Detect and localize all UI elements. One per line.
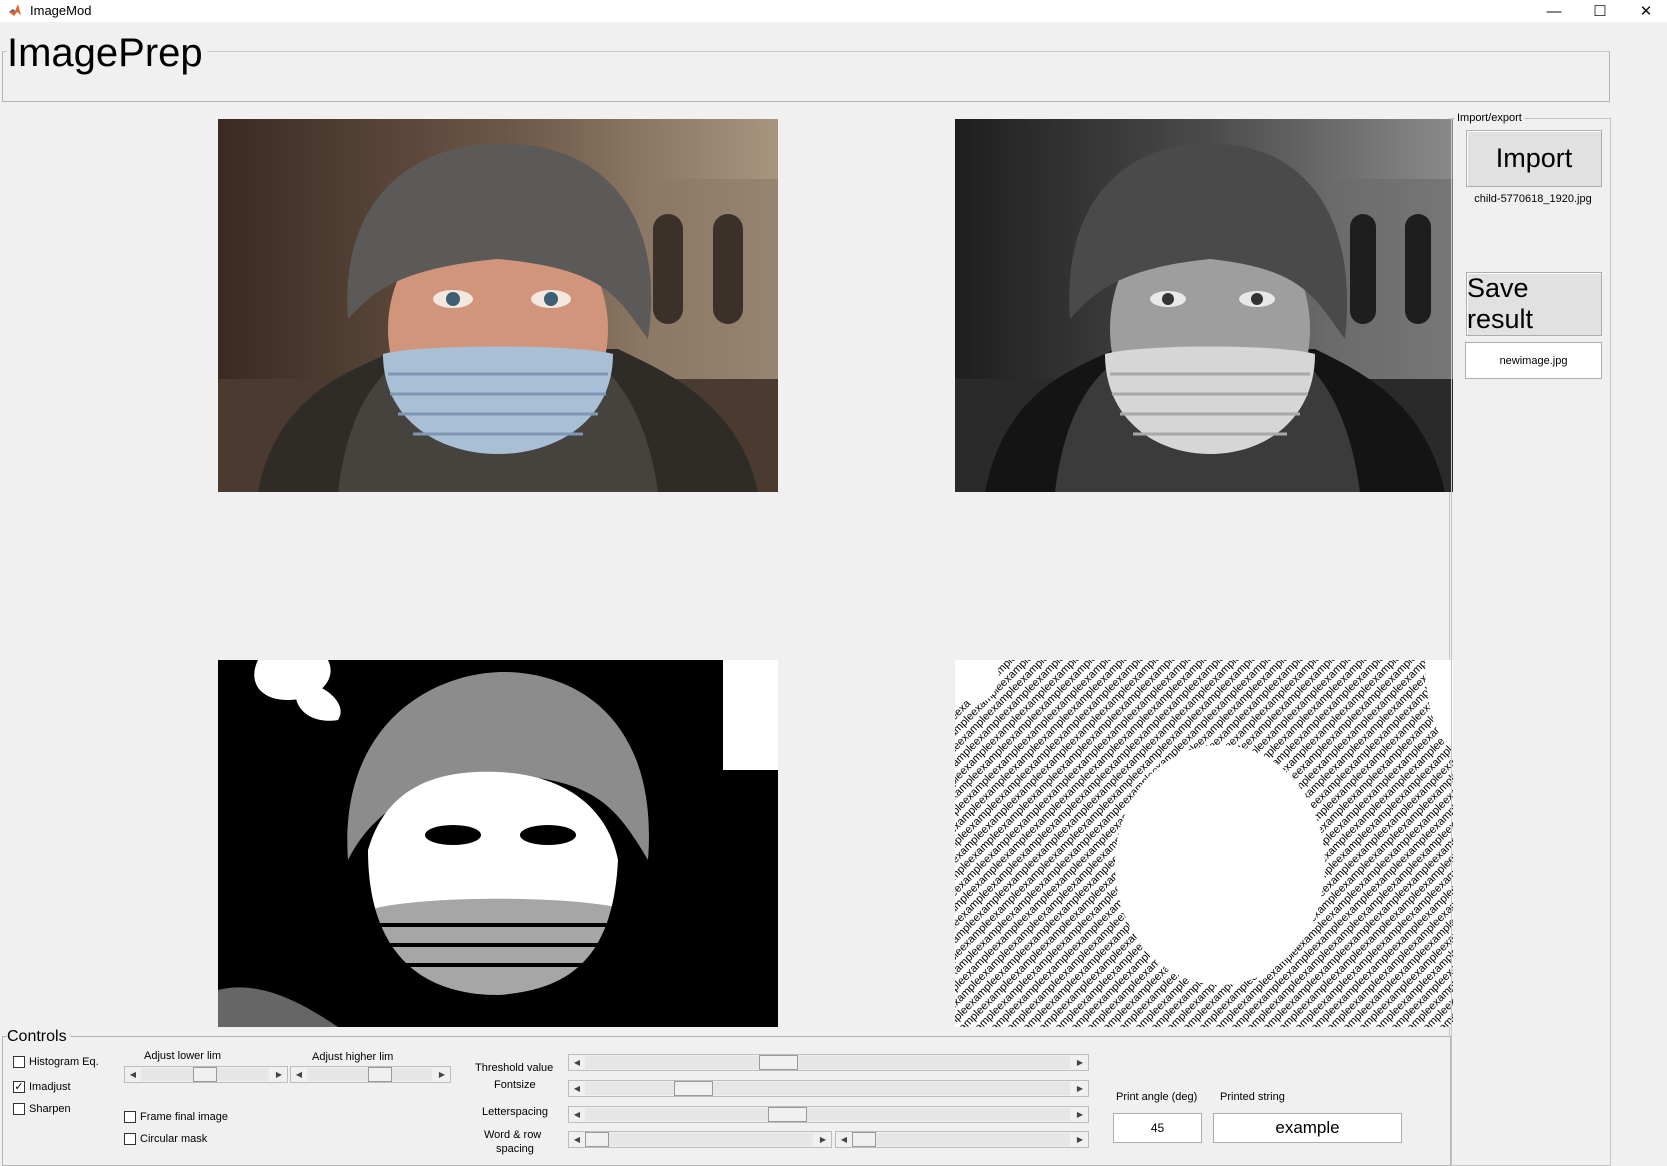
save-result-button[interactable]: Save result	[1466, 272, 1602, 336]
close-button[interactable]: ✕	[1623, 0, 1667, 22]
circular-mask-checkbox[interactable]: Circular mask	[124, 1133, 207, 1145]
slider-track[interactable]	[585, 1082, 1070, 1095]
grayscale-image	[955, 119, 1453, 492]
import-button[interactable]: Import	[1466, 130, 1602, 187]
slider-left-arrow-icon[interactable]: ◀	[291, 1067, 307, 1082]
original-image	[218, 119, 778, 492]
imadjust-checkbox[interactable]: ✓ Imadjust	[13, 1081, 71, 1093]
slider-thumb[interactable]	[585, 1132, 609, 1147]
word-row-spacing-label-line1: Word & row	[484, 1129, 542, 1141]
slider-thumb[interactable]	[674, 1081, 714, 1096]
adjust-higher-lim-slider[interactable]: ◀ ▶	[290, 1066, 451, 1083]
fontsize-slider[interactable]: ◀ ▶	[568, 1080, 1089, 1097]
controls-panel-title: Controls	[7, 1028, 71, 1046]
slider-right-arrow-icon[interactable]: ▶	[1072, 1132, 1088, 1147]
slider-track[interactable]	[585, 1108, 1070, 1121]
slider-left-arrow-icon[interactable]: ◀	[569, 1081, 585, 1096]
sharpen-checkbox[interactable]: Sharpen	[13, 1103, 71, 1115]
slider-right-arrow-icon[interactable]: ▶	[434, 1067, 450, 1082]
slider-track[interactable]	[852, 1133, 1070, 1146]
frame-final-image-label: Frame final image	[140, 1111, 229, 1123]
printed-string-label: Printed string	[1220, 1091, 1285, 1103]
word-spacing-slider[interactable]: ◀ ▶	[568, 1131, 832, 1148]
histogram-eq-checkbox[interactable]: Histogram Eq.	[13, 1056, 99, 1068]
circular-mask-label: Circular mask	[140, 1133, 208, 1145]
slider-left-arrow-icon[interactable]: ◀	[569, 1055, 585, 1070]
import-export-panel-title: Import/export	[1455, 112, 1524, 124]
threshold-value-label: Threshold value	[475, 1062, 554, 1074]
row-spacing-slider[interactable]: ◀ ▶	[835, 1131, 1089, 1148]
print-angle-input[interactable]: 45	[1113, 1113, 1202, 1143]
slider-left-arrow-icon[interactable]: ◀	[569, 1107, 585, 1122]
slider-left-arrow-icon[interactable]: ◀	[569, 1132, 585, 1147]
window-title: ImageMod	[30, 3, 92, 18]
frame-final-image-checkbox-box[interactable]	[124, 1111, 136, 1123]
save-filename-field[interactable]: newimage.jpg	[1465, 342, 1602, 379]
slider-thumb[interactable]	[193, 1067, 217, 1082]
slider-thumb[interactable]	[367, 1067, 392, 1082]
adjust-lower-lim-label: Adjust lower lim	[144, 1050, 222, 1062]
sharpen-label: Sharpen	[29, 1103, 71, 1115]
slider-track[interactable]	[585, 1056, 1070, 1069]
minimize-icon: —	[1546, 2, 1562, 20]
imported-file-name: child-5770618_1920.jpg	[1474, 193, 1592, 205]
fontsize-label: Fontsize	[494, 1079, 536, 1091]
slider-left-arrow-icon[interactable]: ◀	[125, 1067, 141, 1082]
threshold-slider[interactable]: ◀ ▶	[568, 1054, 1089, 1071]
frame-final-image-checkbox[interactable]: Frame final image	[124, 1111, 228, 1123]
slider-left-arrow-icon[interactable]: ◀	[836, 1132, 852, 1147]
sharpen-checkbox-box[interactable]	[13, 1103, 25, 1115]
text-art-image: exampleexampleexampleexampleexampleexamp…	[955, 660, 1453, 1027]
slider-thumb[interactable]	[852, 1132, 876, 1147]
slider-thumb[interactable]	[767, 1107, 807, 1122]
adjust-lower-lim-slider[interactable]: ◀ ▶	[124, 1066, 288, 1083]
maximize-icon: ☐	[1593, 3, 1607, 20]
header-panel	[2, 51, 1610, 102]
print-angle-label: Print angle (deg)	[1116, 1091, 1198, 1103]
threshold-image	[218, 660, 778, 1027]
window-titlebar	[0, 0, 1667, 22]
maximize-button[interactable]: ☐	[1577, 0, 1623, 22]
slider-right-arrow-icon[interactable]: ▶	[1072, 1107, 1088, 1122]
letterspacing-slider[interactable]: ◀ ▶	[568, 1106, 1089, 1123]
slider-right-arrow-icon[interactable]: ▶	[1072, 1055, 1088, 1070]
histogram-eq-label: Histogram Eq.	[29, 1056, 99, 1068]
slider-track[interactable]	[585, 1133, 813, 1146]
minimize-button[interactable]: —	[1531, 0, 1577, 22]
app-heading: ImagePrep	[7, 30, 207, 76]
circular-mask-checkbox-box[interactable]	[124, 1133, 136, 1145]
word-row-spacing-label-line2: spacing	[496, 1143, 534, 1155]
slider-right-arrow-icon[interactable]: ▶	[1072, 1081, 1088, 1096]
imadjust-checkbox-box[interactable]: ✓	[13, 1081, 25, 1093]
printed-string-input[interactable]: example	[1213, 1113, 1402, 1143]
histogram-eq-checkbox-box[interactable]	[13, 1056, 25, 1068]
slider-thumb[interactable]	[759, 1055, 798, 1070]
imadjust-label: Imadjust	[29, 1081, 71, 1093]
slider-right-arrow-icon[interactable]: ▶	[271, 1067, 287, 1082]
slider-right-arrow-icon[interactable]: ▶	[815, 1132, 831, 1147]
letterspacing-label: Letterspacing	[482, 1106, 549, 1118]
matlab-app-icon	[8, 3, 22, 17]
adjust-higher-lim-label: Adjust higher lim	[312, 1051, 394, 1063]
close-icon: ✕	[1639, 3, 1653, 20]
